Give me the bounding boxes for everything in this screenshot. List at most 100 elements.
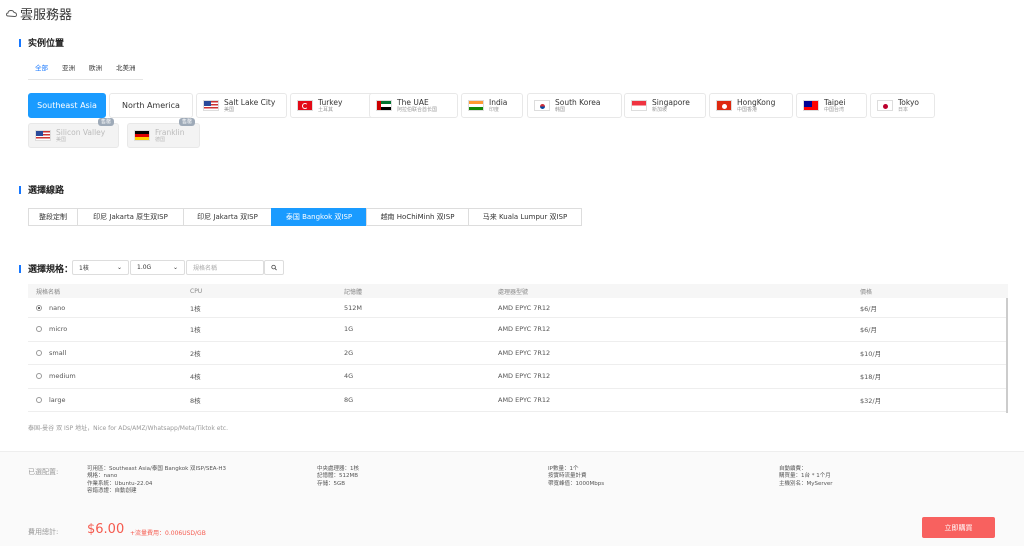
config-credential: 容錯憑證：自動創建: [87, 488, 137, 495]
tab-asia[interactable]: 亚洲: [55, 62, 82, 79]
location-tokyo[interactable]: Tokyo 日本: [870, 93, 935, 118]
line-jakarta[interactable]: 印尼 Jakarta 双ISP: [183, 208, 272, 226]
uae-flag-icon: [376, 100, 392, 111]
location-taipei[interactable]: Taipei 中国台湾: [796, 93, 867, 118]
section-line: 選擇線路: [19, 183, 64, 196]
region-north-america-button[interactable]: North America: [109, 93, 193, 118]
location-name: Singapore: [652, 97, 690, 107]
germany-flag-icon: [134, 130, 150, 141]
spec-cpu: 1核: [190, 326, 201, 335]
table-row[interactable]: medium 4核 4G AMD EPYC 7R12 $18/月: [28, 365, 1008, 389]
header-processor: 處理器型號: [498, 288, 529, 296]
config-col-2: 中央處理器：1核 記憶體：512MB 存儲：5GB: [317, 466, 359, 488]
location-uae[interactable]: The UAE 阿拉伯联合酋长国: [369, 93, 458, 118]
spec-cpu: 1核: [190, 304, 201, 313]
table-row[interactable]: small 2核 2G AMD EPYC 7R12 $10/月: [28, 342, 1008, 366]
radio-button[interactable]: [36, 373, 42, 380]
spec-memory: 4G: [344, 372, 354, 381]
turkey-flag-icon: [297, 100, 313, 111]
spec-name: micro: [49, 325, 68, 334]
line-kuala-lumpur[interactable]: 马来 Kuala Lumpur 双ISP: [468, 208, 582, 226]
location-silicon-valley[interactable]: 售罄 Silicon Valley 美国: [28, 118, 119, 148]
spec-memory: 8G: [344, 396, 354, 405]
taiwan-flag-icon: [803, 100, 819, 111]
location-south-korea[interactable]: South Korea 韩国: [527, 93, 622, 118]
section-location: 实例位置: [19, 36, 64, 49]
location-country: 日本: [898, 106, 909, 113]
location-india[interactable]: India 印度: [461, 93, 523, 118]
location-name: The UAE: [397, 97, 429, 107]
table-row[interactable]: micro 1核 1G AMD EPYC 7R12 $6/月: [28, 318, 1008, 342]
config-memory: 記憶體：512MB: [317, 473, 359, 480]
line-jakarta-native[interactable]: 印尼 Jakarta 原生双ISP: [77, 208, 184, 226]
header-name: 規格名稱: [36, 288, 61, 296]
line-hochiminh[interactable]: 越南 HoChiMinh 双ISP: [366, 208, 469, 226]
config-col-4: 自動續費： 購買量：1台 * 1个月 主機別名：MyServer: [779, 466, 833, 488]
cpu-select-value: 1核: [79, 265, 89, 272]
location-turkey[interactable]: Turkey 土耳其: [290, 93, 375, 118]
config-quantity: 購買量：1台 * 1个月: [779, 473, 831, 480]
header-memory: 記憶體: [344, 288, 363, 296]
sold-out-badge: 售罄: [178, 118, 195, 126]
location-name: Silicon Valley: [56, 127, 106, 137]
config-col-3: IP數量：1个 按實時流量計費 帶寬峰值：1000Mbps: [548, 466, 604, 488]
tab-europe[interactable]: 欧洲: [82, 62, 109, 79]
spec-search-input[interactable]: 規格名稱: [186, 260, 264, 275]
location-hongkong[interactable]: HongKong 中国香港: [709, 93, 793, 118]
location-name: Franklin: [155, 127, 185, 137]
location-country: 中国台湾: [824, 106, 845, 113]
region-southeast-asia-button[interactable]: Southeast Asia: [28, 93, 106, 118]
config-billing: 按實時流量計費: [548, 473, 587, 480]
line-custom[interactable]: 整段定制: [28, 208, 78, 226]
location-country: 中国香港: [737, 106, 758, 113]
spec-name: nano: [49, 303, 66, 312]
location-singapore[interactable]: Singapore 新加坡: [624, 93, 706, 118]
table-row[interactable]: nano 1核 512M AMD EPYC 7R12 $6/月: [28, 298, 1008, 318]
cloud-server-icon: [6, 10, 17, 17]
line-note: 泰国-曼谷 双 ISP 地址，Nice for ADs/AMZ/Whatsapp…: [28, 425, 228, 432]
order-summary: 已選配置: 可用區：Southeast Asia/泰国 Bangkok 双ISP…: [0, 451, 1024, 546]
chevron-down-icon: ⌄: [172, 264, 178, 271]
spec-processor: AMD EPYC 7R12: [498, 372, 551, 381]
config-spec: 規格：nano: [87, 473, 118, 480]
header-price: 價格: [860, 288, 873, 296]
spec-cpu: 4核: [190, 373, 201, 382]
spec-memory: 1G: [344, 325, 354, 334]
singapore-flag-icon: [631, 100, 647, 111]
location-country: 韩国: [555, 106, 566, 113]
location-salt-lake-city[interactable]: Salt Lake City 美国: [196, 93, 287, 118]
location-country: 阿拉伯联合酋长国: [397, 106, 438, 113]
spec-cpu: 8核: [190, 397, 201, 406]
radio-button[interactable]: [36, 326, 42, 333]
region-tabs: 全部 亚洲 欧洲 北美洲: [28, 62, 143, 80]
spec-price: $6/月: [860, 304, 877, 313]
hongkong-flag-icon: [716, 100, 732, 111]
location-name: HongKong: [737, 97, 776, 107]
location-name: Turkey: [318, 97, 343, 107]
cpu-select[interactable]: 1核 ⌄: [72, 260, 129, 275]
radio-button[interactable]: [36, 304, 42, 311]
radio-button[interactable]: [36, 349, 42, 356]
page-title-text: 雲服務器: [20, 8, 73, 23]
config-hostname: 主機別名：MyServer: [779, 480, 833, 487]
location-name: Tokyo: [898, 97, 919, 107]
korea-flag-icon: [534, 100, 550, 111]
search-button[interactable]: [264, 260, 284, 275]
memory-select[interactable]: 1.0G ⌄: [130, 260, 185, 275]
spec-price: $32/月: [860, 397, 882, 406]
tab-all[interactable]: 全部: [28, 62, 55, 79]
line-bangkok[interactable]: 泰国 Bangkok 双ISP: [271, 208, 367, 226]
location-name: Taipei: [824, 97, 846, 107]
table-row[interactable]: large 8核 8G AMD EPYC 7R12 $32/月: [28, 389, 1008, 413]
radio-button[interactable]: [36, 397, 42, 404]
table-scrollbar[interactable]: [1006, 298, 1008, 413]
tab-north-america[interactable]: 北美洲: [109, 62, 143, 79]
us-flag-icon: [203, 100, 219, 111]
location-country: 美国: [224, 106, 235, 113]
location-name: India: [489, 97, 508, 107]
spec-processor: AMD EPYC 7R12: [498, 325, 551, 334]
config-col-1: 可用區：Southeast Asia/泰国 Bangkok 双ISP/SEA-H…: [87, 466, 226, 496]
location-franklin[interactable]: 售罄 Franklin 德国: [127, 118, 200, 148]
spec-memory: 512M: [344, 303, 363, 312]
buy-now-button[interactable]: 立即購買: [922, 517, 995, 538]
